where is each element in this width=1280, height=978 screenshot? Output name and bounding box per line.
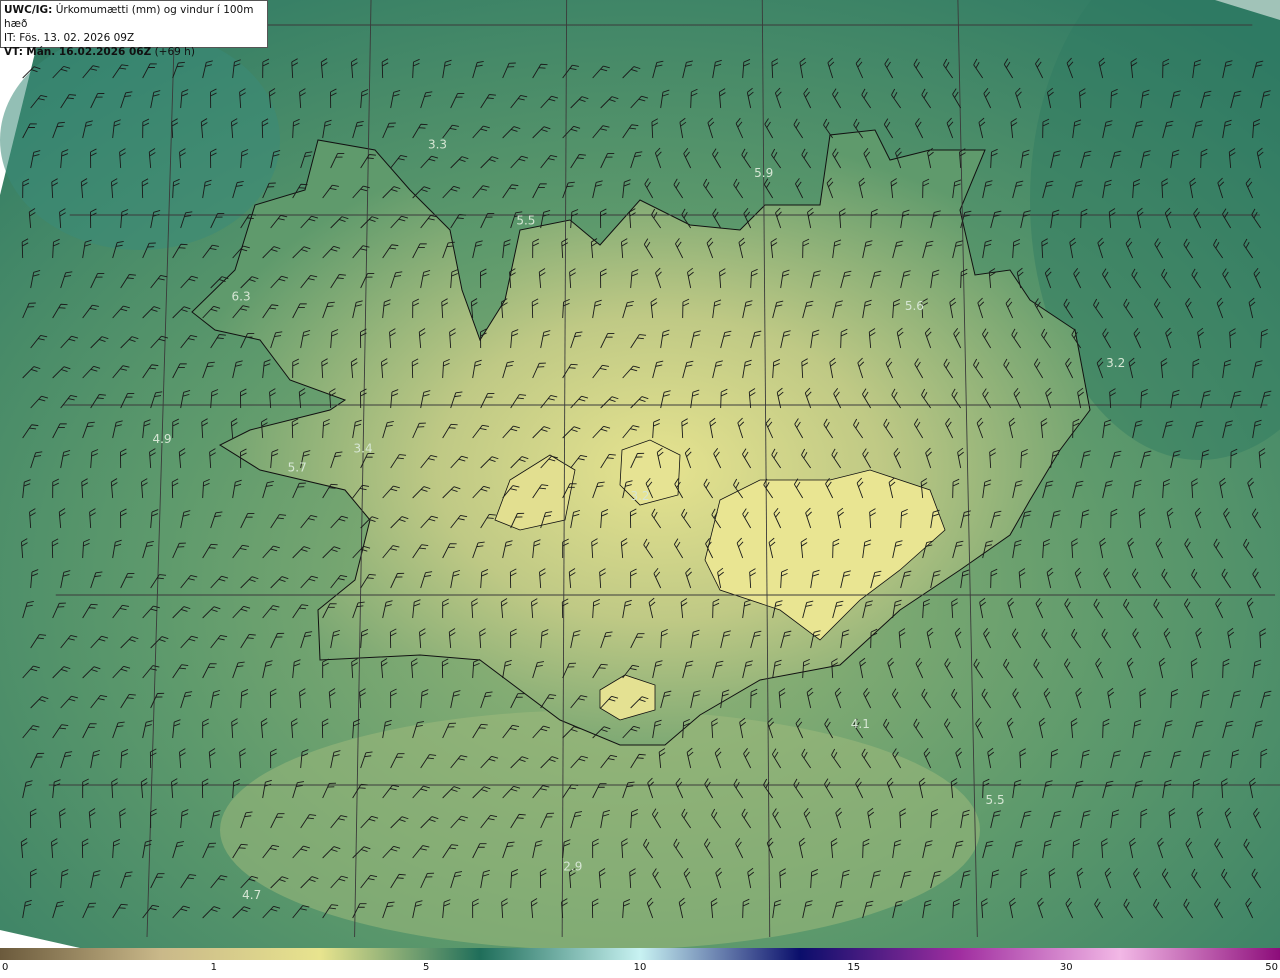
point-value-11: 3.2 (630, 489, 649, 503)
point-value-14: 4.7 (242, 888, 261, 902)
point-value-15: 2.9 (563, 860, 582, 874)
point-value-4: 5.9 (754, 166, 773, 180)
colorbar-tick-2: 5 (423, 962, 430, 973)
sea-patch-northwest (0, 30, 280, 250)
sea-patch-south (220, 710, 980, 950)
colorbar-tick-4: 15 (847, 962, 861, 973)
point-value-12: 4.1 (851, 717, 870, 731)
point-value-8: 4.9 (152, 432, 171, 446)
point-value-5: 6.3 (232, 290, 251, 304)
model-name: UWC/IG: (4, 4, 53, 16)
point-value-9: 5.7 (288, 461, 307, 475)
point-value-10: 3.4 (354, 442, 373, 456)
point-value-3: 5.5 (516, 214, 535, 228)
colorbar-tick-1: 1 (210, 962, 217, 973)
lead-time: (+69 h) (154, 46, 195, 58)
forecast-map: 4.63.03.35.55.96.35.63.24.95.73.43.24.15… (0, 0, 1280, 950)
valid-time: Mán. 16.02.2026 06Z (26, 46, 152, 58)
precipitation-colorbar (0, 948, 1280, 960)
map-canvas: 4.63.03.35.55.96.35.63.24.95.73.43.24.15… (0, 0, 1280, 950)
point-value-6: 5.6 (905, 299, 924, 313)
valid-line: VT: Mán. 16.02.2026 06Z (+69 h) (4, 45, 264, 59)
info-box: UWC/IG: Úrkomumætti (mm) og vindur í 100… (0, 0, 268, 58)
point-value-13: 5.5 (986, 793, 1005, 807)
point-value-2: 3.3 (428, 138, 447, 152)
colorbar-tick-labels: 0 1 5 10 15 30 50 (0, 962, 1280, 978)
colorbar-tick-0: 0 (2, 962, 9, 973)
init-time: IT: Fös. 13. 02. 2026 09Z (4, 32, 135, 44)
valid-prefix: VT: (4, 46, 23, 58)
colorbar-tick-5: 30 (1059, 962, 1073, 973)
title-line: UWC/IG: Úrkomumætti (mm) og vindur í 100… (4, 3, 264, 31)
colorbar-tick-6: 50 (1265, 962, 1278, 973)
colorbar-tick-3: 10 (633, 962, 647, 973)
point-value-7: 3.2 (1106, 356, 1125, 370)
